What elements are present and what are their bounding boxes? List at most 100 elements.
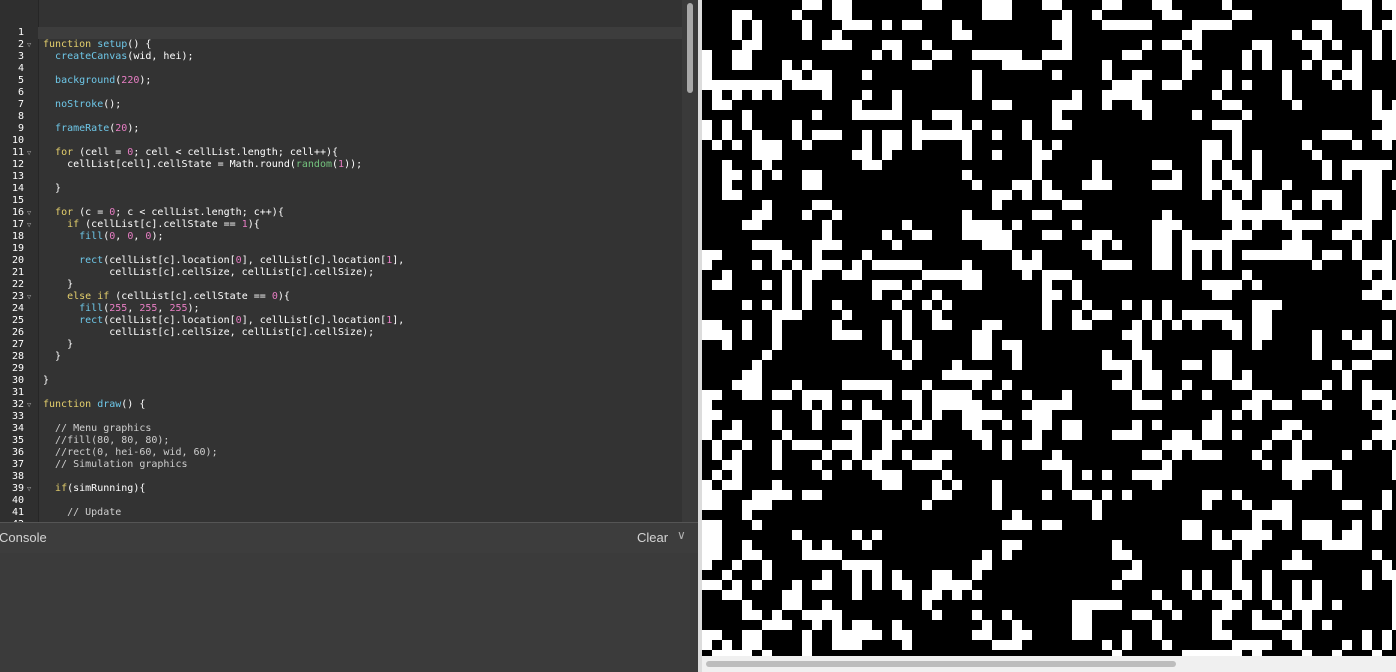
live-cell (1282, 220, 1292, 230)
live-cell (812, 170, 822, 180)
live-cell (952, 360, 962, 370)
fold-toggle-icon[interactable]: ▽ (27, 291, 31, 303)
live-cell (832, 10, 842, 20)
live-cell (772, 420, 782, 430)
live-cell (1242, 190, 1252, 200)
live-cell (972, 380, 982, 390)
fold-toggle-icon[interactable]: ▽ (27, 483, 31, 495)
live-cell (1202, 170, 1212, 180)
live-cell (1212, 350, 1222, 360)
live-cell (1162, 440, 1172, 450)
chevron-down-icon[interactable]: ∨ (677, 528, 686, 542)
live-cell (802, 170, 812, 180)
live-cell (1072, 220, 1082, 230)
live-cell (1172, 220, 1182, 230)
live-cell (1382, 20, 1392, 30)
live-cell (812, 260, 822, 270)
live-cell (1072, 430, 1082, 440)
live-cell (1032, 410, 1042, 420)
live-cell (1012, 260, 1022, 270)
fold-toggle-icon[interactable]: ▽ (27, 207, 31, 219)
line-number: 31 (11, 387, 24, 398)
live-cell (1272, 210, 1282, 220)
line-number-gutter: 1 2 ▽ 3 4 5 6 7 8 9 10 11 ▽ 12 13 14 15 16 ▽ 17 ▽ 18 19 20 21 22 2… (0, 0, 39, 522)
live-cell (842, 270, 852, 280)
live-cell (1252, 640, 1262, 650)
code-line: //rect(0, hei-60, wid, 60); (43, 447, 218, 458)
live-cell (1172, 80, 1182, 90)
live-cell (1282, 400, 1292, 410)
live-cell (742, 630, 752, 640)
live-cell (1252, 310, 1262, 320)
live-cell (1112, 240, 1122, 250)
live-cell (1232, 640, 1242, 650)
live-cell (1192, 110, 1202, 120)
live-cell (802, 30, 812, 40)
live-cell (1302, 250, 1312, 260)
live-cell (932, 0, 942, 10)
live-cell (1252, 390, 1262, 400)
live-cell (1292, 560, 1302, 570)
live-cell (872, 260, 882, 270)
fold-toggle-icon[interactable]: ▽ (27, 219, 31, 231)
live-cell (1162, 470, 1172, 480)
code-line: rect(cellList[c].location[0], cellList[c… (79, 315, 405, 326)
live-cell (1212, 370, 1222, 380)
preview-horizontal-scrollbar[interactable] (702, 656, 1396, 672)
live-cell (1362, 580, 1372, 590)
live-cell (1292, 240, 1302, 250)
live-cell (902, 640, 912, 650)
live-cell (1052, 520, 1062, 530)
live-cell (1002, 380, 1012, 390)
live-cell (1202, 250, 1212, 260)
code-line: if(simRunning){ (55, 483, 146, 494)
live-cell (722, 570, 732, 580)
live-cell (1172, 390, 1182, 400)
live-cell (812, 550, 822, 560)
preview-scrollbar-thumb[interactable] (706, 661, 1176, 667)
live-cell (1192, 20, 1202, 30)
live-cell (1082, 630, 1092, 640)
live-cell (812, 580, 822, 590)
live-cell (752, 360, 762, 370)
live-cell (772, 460, 782, 470)
live-cell (732, 580, 742, 590)
live-cell (1082, 610, 1092, 620)
code-line: else if (cellList[c].cellState == 0){ (67, 291, 290, 302)
line-number: 37 (11, 459, 24, 470)
fold-toggle-icon[interactable]: ▽ (27, 39, 31, 51)
live-cell (1292, 420, 1302, 430)
editor-vertical-scrollbar[interactable] (682, 0, 698, 522)
live-cell (1112, 540, 1122, 550)
live-cell (1392, 450, 1396, 460)
clear-console-button[interactable]: Clear (637, 530, 668, 545)
live-cell (1382, 640, 1392, 650)
fold-toggle-icon[interactable]: ▽ (27, 147, 31, 159)
live-cell (992, 320, 1002, 330)
live-cell (1152, 420, 1162, 430)
live-cell (812, 270, 822, 280)
live-cell (852, 20, 862, 30)
live-cell (1072, 290, 1082, 300)
live-cell (1112, 600, 1122, 610)
live-cell (1242, 540, 1252, 550)
live-cell (1142, 20, 1152, 30)
live-cell (1362, 270, 1372, 280)
live-cell (1312, 340, 1322, 350)
live-cell (972, 230, 982, 240)
live-cell (812, 200, 822, 210)
live-cell (812, 490, 822, 500)
live-cell (1212, 310, 1222, 320)
live-cell (832, 630, 842, 640)
live-cell (862, 140, 872, 150)
code-editor[interactable]: 1 2 ▽ 3 4 5 6 7 8 9 10 11 ▽ 12 13 14 15 16 ▽ 17 ▽ 18 19 20 21 22 2… (0, 0, 698, 522)
live-cell (932, 390, 942, 400)
live-cell (1262, 510, 1272, 520)
editor-scrollbar-thumb[interactable] (687, 3, 693, 93)
live-cell (1222, 350, 1232, 360)
live-cell (822, 470, 832, 480)
live-cell (992, 640, 1002, 650)
live-cell (982, 370, 992, 380)
live-cell (1312, 520, 1322, 530)
fold-toggle-icon[interactable]: ▽ (27, 399, 31, 411)
